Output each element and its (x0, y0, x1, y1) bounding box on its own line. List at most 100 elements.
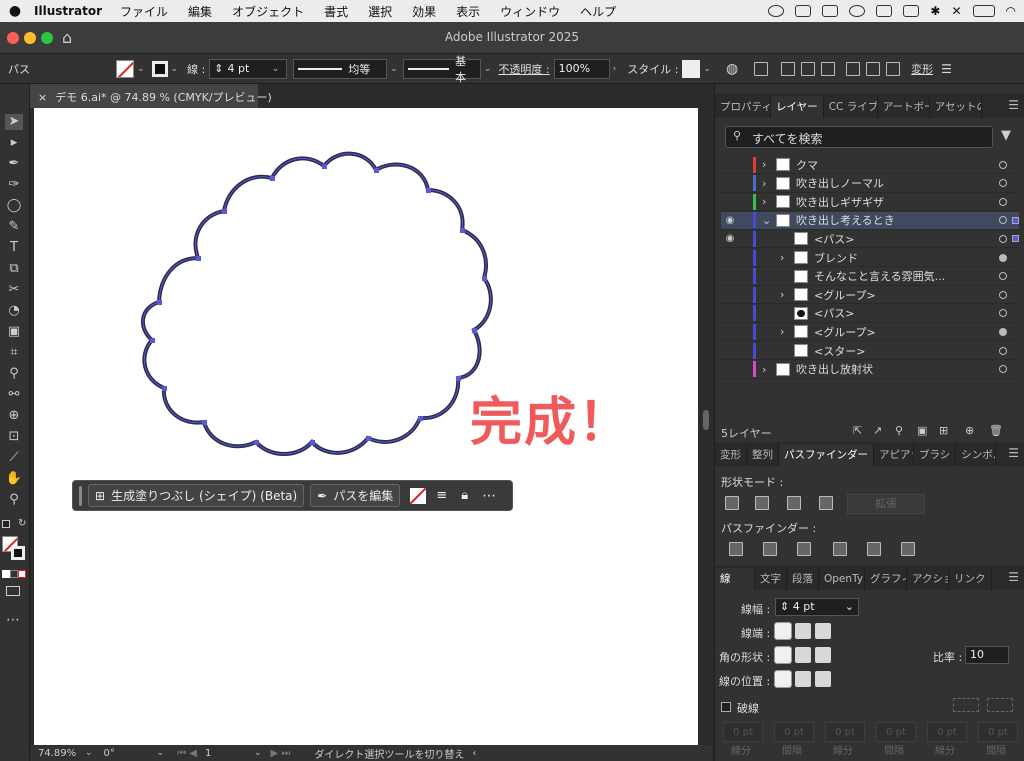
panel-menu-icon[interactable]: ☰ (1008, 98, 1019, 112)
more-options-icon[interactable]: ⋯ (482, 488, 496, 504)
stroke-weight-input[interactable]: ⇕ 4 pt ⌄ (775, 598, 859, 616)
close-tab-icon[interactable]: × (38, 91, 47, 104)
eyedropper-tool-icon[interactable]: ⚲ (5, 366, 23, 382)
minus-front-icon[interactable] (755, 496, 769, 510)
locate-object-icon[interactable]: ⚲ (895, 424, 903, 437)
target-circle-icon[interactable] (999, 197, 1007, 206)
dash-3[interactable]: 0 pt (927, 722, 967, 742)
menu-edit[interactable]: 編集 (178, 3, 222, 20)
curvature-tool-icon[interactable]: ✑ (5, 177, 23, 193)
battery-icon[interactable] (972, 5, 995, 17)
stroke-swatch[interactable] (151, 60, 168, 77)
sublayer-row[interactable]: ◉ <パス> (721, 230, 1019, 249)
edit-path-button[interactable]: ✒ パスを編集 (310, 484, 401, 507)
drag-handle-icon[interactable] (79, 485, 82, 506)
target-circle-icon[interactable] (999, 216, 1007, 225)
brush-tool-icon[interactable]: ✎ (5, 219, 23, 235)
layer-row[interactable]: › クマ (721, 156, 1019, 174)
recolor-icon[interactable]: ◍ (726, 61, 738, 77)
vertical-scrollbar[interactable] (700, 108, 712, 745)
bevel-join-icon[interactable] (815, 647, 831, 663)
mute-icon[interactable]: ✕ (951, 4, 961, 18)
target-circle-icon[interactable] (999, 160, 1007, 169)
visibility-eye-icon[interactable]: ◉ (721, 233, 739, 244)
tab-artboards[interactable]: アートボー (878, 96, 930, 118)
no-fill-icon[interactable] (410, 487, 427, 504)
mesh-tool-icon[interactable]: ⌗ (5, 345, 23, 361)
align-center-icon[interactable] (801, 61, 816, 76)
pen-tool-icon[interactable]: ✒ (5, 156, 23, 172)
line-icon[interactable] (849, 5, 866, 17)
target-circle-icon[interactable] (999, 346, 1007, 355)
artboard-number[interactable]: 1 (205, 748, 251, 759)
divide-icon[interactable] (729, 542, 743, 556)
menu-object[interactable]: オブジェクト (222, 3, 314, 20)
menu-type[interactable]: 書式 (314, 3, 358, 20)
tab-layers[interactable]: レイヤー (771, 96, 824, 118)
tab-pathfinder[interactable]: パスファインダー (779, 444, 874, 466)
stroke-color-box[interactable] (11, 546, 25, 560)
ellipse-tool-icon[interactable]: ◯ (5, 198, 23, 214)
rotation-value[interactable]: 0° (104, 748, 154, 759)
butt-cap-icon[interactable] (774, 622, 792, 640)
expand-arrow-icon[interactable]: › (762, 177, 776, 190)
tab-cc-libraries[interactable]: CC ライブ (824, 96, 878, 118)
stroke-chevron-icon[interactable]: ⌄ (168, 64, 182, 74)
expand-arrow-icon[interactable]: › (780, 288, 794, 301)
target-circle-icon[interactable] (999, 365, 1007, 374)
direct-selection-tool-icon[interactable]: ▸ (5, 135, 23, 151)
target-circle-icon[interactable] (999, 253, 1007, 262)
dashed-checkbox[interactable] (721, 702, 731, 712)
gap-1[interactable]: 0 pt (774, 722, 814, 742)
menu-effect[interactable]: 効果 (402, 3, 446, 20)
target-circle-icon[interactable] (999, 309, 1007, 318)
target-circle-icon[interactable] (999, 234, 1007, 243)
dash-preserve-icon[interactable] (953, 698, 979, 712)
cloud-bubble-path[interactable] (141, 151, 493, 456)
default-colors-icon[interactable] (2, 520, 10, 528)
tab-actions[interactable]: アクショ (907, 568, 949, 590)
projecting-cap-icon[interactable] (815, 623, 831, 639)
sublayer-row[interactable]: <パス> (721, 305, 1019, 323)
sublayer-row[interactable]: <スター> (721, 342, 1019, 360)
status-message[interactable]: ダイレクト選択ツールを切り替え (314, 746, 464, 761)
export-icon[interactable]: ↗ (873, 424, 882, 437)
layers-search-input[interactable]: すべてを検索 (725, 126, 993, 148)
scissors-tool-icon[interactable]: ✂ (5, 282, 23, 298)
align-outside-stroke-icon[interactable] (815, 671, 831, 687)
menu-view[interactable]: 表示 (446, 3, 490, 20)
selection-square-icon[interactable] (1012, 235, 1019, 243)
layer-row[interactable]: ◉ ⌄ 吹き出し考えるとき (721, 211, 1019, 230)
trim-icon[interactable] (763, 542, 777, 556)
tab-transform[interactable]: 変形 (715, 444, 747, 466)
draw-mode-icon[interactable] (6, 586, 20, 596)
target-circle-icon[interactable] (999, 290, 1007, 299)
transform-button[interactable]: 変形 (911, 61, 933, 77)
expand-arrow-icon[interactable]: ⌄ (762, 214, 776, 227)
menu-help[interactable]: ヘルプ (570, 3, 626, 20)
dash-align-icon[interactable] (987, 698, 1013, 712)
status-app2-icon[interactable] (822, 5, 839, 17)
brush-chevron-icon[interactable]: ⌄ (481, 64, 495, 74)
menu-window[interactable]: ウィンドウ (490, 3, 570, 20)
none-mode-icon[interactable] (18, 570, 26, 578)
variable-width-profile[interactable]: 均等 (293, 58, 388, 79)
artboard-next-icon[interactable]: ▶ ⏭ (271, 748, 291, 759)
menu-app[interactable]: Illustrator (30, 4, 110, 18)
sublayer-row[interactable]: › <グループ> (721, 323, 1019, 342)
menu-file[interactable]: ファイル (110, 3, 178, 20)
selection-tool-icon[interactable]: ➤ (5, 114, 23, 130)
artboard-nav-icon[interactable]: ⏮ ◀ (177, 748, 197, 759)
blend-tool-icon[interactable]: ⚯ (5, 387, 23, 403)
artboard-chevron-icon[interactable]: ⌄ (251, 748, 265, 758)
sublayer-row[interactable]: そんなこと言える雰囲気... (721, 268, 1019, 286)
style-chevron-icon[interactable]: ⌄ (700, 64, 714, 74)
stroke-weight-field[interactable]: ⇕ 4 pt ⌄ (209, 58, 288, 79)
warp-tool-icon[interactable]: ◔ (5, 303, 23, 319)
fill-chevron-icon[interactable]: ⌄ (134, 64, 148, 74)
sublayer-row[interactable]: › ブレンド (721, 249, 1019, 267)
pathfinder-menu-icon[interactable]: ☰ (1008, 446, 1019, 460)
apple-icon[interactable]: ● (0, 3, 30, 19)
align-left-icon[interactable] (781, 61, 796, 76)
artboard-tool-icon[interactable]: ⊡ (5, 429, 23, 445)
